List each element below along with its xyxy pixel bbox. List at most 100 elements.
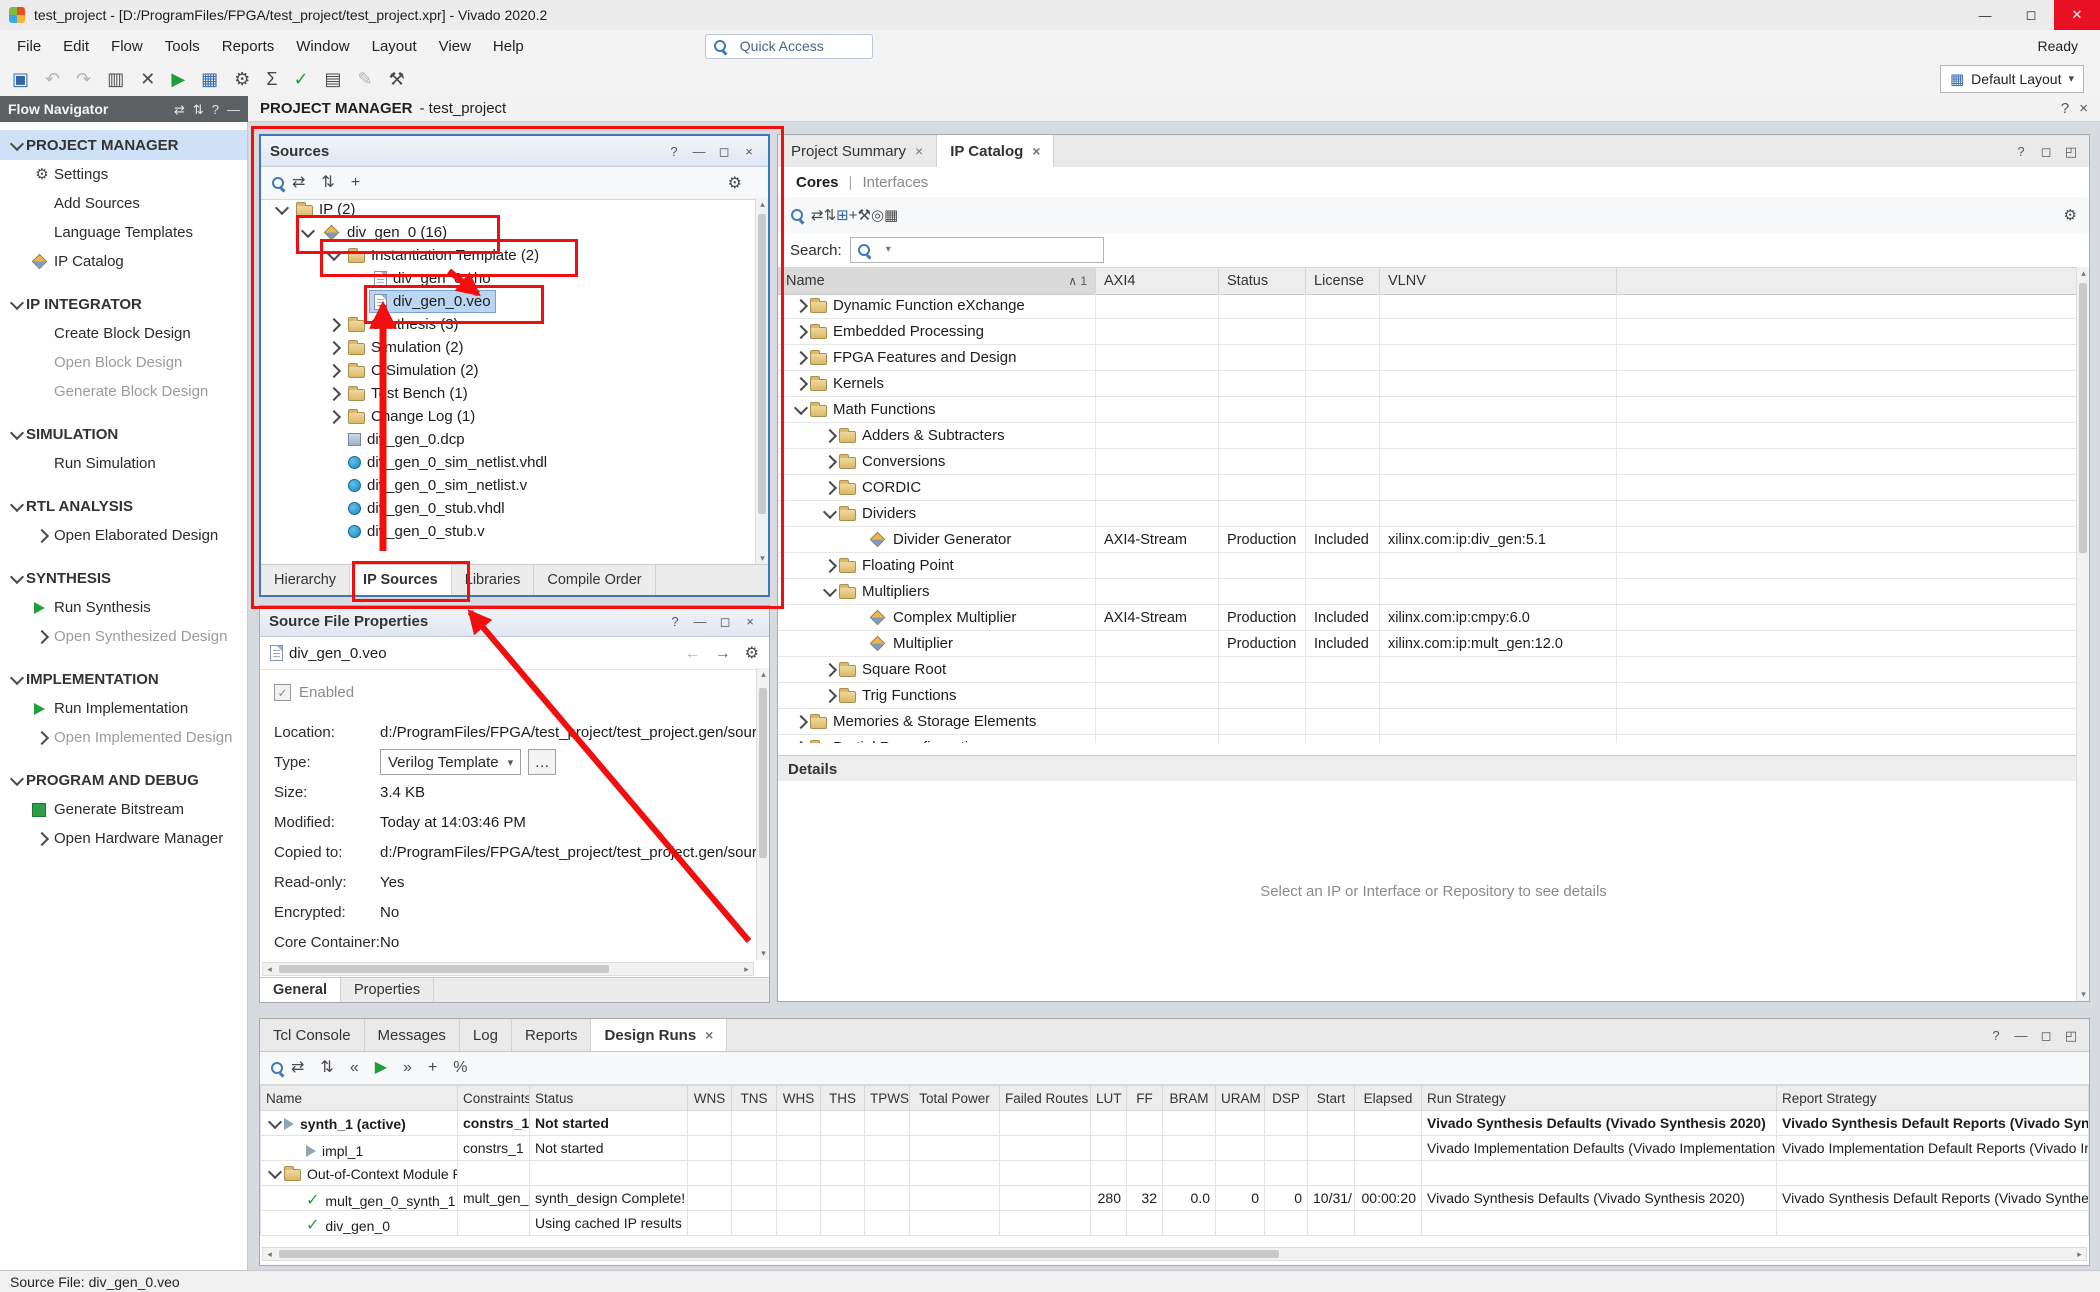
menu-layout[interactable]: Layout [361, 30, 428, 62]
back-arrow-icon[interactable]: ← [685, 646, 701, 662]
reports-sigma-icon[interactable]: Σ [266, 70, 277, 88]
scrollbar-thumb[interactable] [279, 965, 609, 973]
minimize-icon[interactable]: — [2011, 1029, 2031, 1042]
tree-collapse-icon[interactable] [299, 229, 317, 236]
ipcat-row-cordic[interactable]: CORDIC [778, 475, 2076, 501]
workspace-tab-project-summary[interactable]: Project Summary× [778, 135, 937, 167]
tree-item-div-gen-0-vho[interactable]: div_gen_0.vho [261, 267, 755, 290]
flownav-item-language-templates[interactable]: Language Templates [0, 218, 247, 247]
ip-catalog-vertical-scrollbar[interactable]: ▴ ▾ [2076, 267, 2089, 1001]
license-icon[interactable]: ◎ [871, 208, 884, 223]
scroll-right-icon[interactable]: ▸ [2073, 1248, 2086, 1261]
minimize-icon[interactable]: — [690, 615, 710, 628]
flownav-item-open-hardware-manager[interactable]: Open Hardware Manager [0, 824, 247, 853]
ipcat-row-kernels[interactable]: Kernels [778, 371, 2076, 397]
tree-expand-icon[interactable] [792, 743, 810, 744]
ipcat-row-conversions[interactable]: Conversions [778, 449, 2076, 475]
step-last-icon[interactable]: » [403, 1060, 412, 1076]
float-icon[interactable]: ◻ [2036, 1029, 2056, 1042]
help-icon[interactable]: ? [2061, 101, 2069, 116]
scrollbar-thumb[interactable] [279, 1250, 1279, 1258]
tree-collapse-icon[interactable] [8, 575, 26, 582]
taxonomy-icon[interactable]: ⊞ [836, 208, 849, 223]
flownav-section-program-and-debug[interactable]: PROGRAM AND DEBUG [0, 765, 247, 795]
flownav-item-ip-catalog[interactable]: IP Catalog [0, 247, 247, 276]
subtab-cores[interactable]: Cores [792, 174, 843, 191]
ipcat-row-multipliers[interactable]: Multipliers [778, 579, 2076, 605]
menu-window[interactable]: Window [285, 30, 360, 62]
tree-item-div-gen-0-sim-netlist-v[interactable]: div_gen_0_sim_netlist.v [261, 474, 755, 497]
tree-expand-icon[interactable] [325, 389, 343, 399]
tree-expand-icon[interactable] [325, 366, 343, 376]
tree-item-simulation[interactable]: Simulation (2) [261, 336, 755, 359]
sources-tab-hierarchy[interactable]: Hierarchy [261, 565, 350, 595]
runs-row-synth-1-active[interactable]: synth_1 (active)constrs_1Not startedViva… [261, 1111, 2089, 1136]
flownav-section-ip-integrator[interactable]: IP INTEGRATOR [0, 289, 247, 319]
runs-column-whs[interactable]: WHS [777, 1086, 821, 1111]
tree-collapse-icon[interactable] [8, 301, 26, 308]
save-icon[interactable]: ▣ [12, 70, 29, 88]
close-icon[interactable]: × [739, 145, 759, 158]
tree-expand-icon[interactable] [792, 353, 810, 363]
ipcat-row-adders-subtracters[interactable]: Adders & Subtracters [778, 423, 2076, 449]
collapse-all-icon[interactable]: ⇄ [811, 208, 824, 223]
runs-column-elapsed[interactable]: Elapsed [1355, 1086, 1422, 1111]
tree-expand-icon[interactable] [33, 531, 51, 541]
subtab-interfaces[interactable]: Interfaces [858, 174, 932, 191]
column-header-axi4[interactable]: AXI4 [1096, 268, 1219, 294]
tools-icon[interactable]: ⚒ [389, 70, 405, 88]
menu-help[interactable]: Help [482, 30, 535, 62]
tree-expand-icon[interactable] [792, 327, 810, 337]
runs-column-wns[interactable]: WNS [688, 1086, 732, 1111]
menu-file[interactable]: File [6, 30, 52, 62]
help-icon[interactable]: ? [664, 145, 684, 158]
ipcat-row-complex-multiplier[interactable]: Complex MultiplierAXI4-StreamProductionI… [778, 605, 2076, 631]
menu-flow[interactable]: Flow [100, 30, 154, 62]
flownav-item-generate-block-design[interactable]: Generate Block Design [0, 377, 247, 406]
tree-collapse-icon[interactable] [8, 142, 26, 149]
tree-expand-icon[interactable] [821, 665, 839, 675]
scrollbar-thumb[interactable] [2079, 283, 2087, 553]
tree-item-ip[interactable]: IP (2) [261, 198, 755, 221]
scroll-down-icon[interactable]: ▾ [2077, 988, 2090, 1001]
tree-collapse-icon[interactable] [273, 206, 291, 213]
forward-arrow-icon[interactable]: → [715, 646, 731, 662]
runs-row-div-gen-0[interactable]: ✓div_gen_0Using cached IP results [261, 1211, 2089, 1236]
tree-item-test-bench[interactable]: Test Bench (1) [261, 382, 755, 405]
tree-collapse-icon[interactable] [8, 676, 26, 683]
expand-all-icon[interactable]: ⇅ [193, 103, 204, 116]
undo-icon[interactable]: ↶ [45, 70, 60, 88]
sources-tab-ip-sources[interactable]: IP Sources [350, 565, 452, 595]
close-icon[interactable]: × [705, 1027, 713, 1043]
tree-expand-icon[interactable] [33, 834, 51, 844]
settings-gear-icon[interactable]: ⚙ [745, 646, 759, 662]
runs-column-start[interactable]: Start [1308, 1086, 1355, 1111]
settings-gear-icon[interactable]: ⚙ [234, 70, 250, 88]
ipcat-row-divider-generator[interactable]: Divider GeneratorAXI4-StreamProductionIn… [778, 527, 2076, 553]
float-icon[interactable]: ◻ [2036, 145, 2056, 158]
flownav-item-open-synthesized-design[interactable]: Open Synthesized Design [0, 622, 247, 651]
delete-icon[interactable]: ✕ [140, 70, 155, 88]
flownav-section-simulation[interactable]: SIMULATION [0, 419, 247, 449]
flownav-section-synthesis[interactable]: SYNTHESIS [0, 563, 247, 593]
runs-column-ff[interactable]: FF [1127, 1086, 1163, 1111]
collapse-all-icon[interactable]: ⇄ [292, 175, 305, 191]
column-header-license[interactable]: License [1306, 268, 1380, 294]
window-maximize-button[interactable]: ◻ [2008, 0, 2054, 30]
close-icon[interactable]: × [1032, 143, 1040, 159]
maximize-icon[interactable]: ◰ [2061, 145, 2081, 158]
add-run-icon[interactable]: + [428, 1060, 437, 1076]
settings-gear-icon[interactable]: ⚙ [2064, 208, 2077, 223]
tree-collapse-icon[interactable] [8, 431, 26, 438]
tree-expand-icon[interactable] [821, 431, 839, 441]
tree-collapse-icon[interactable] [8, 503, 26, 510]
runs-column-tpws[interactable]: TPWS [865, 1086, 910, 1111]
ipcat-row-memories-storage-elements[interactable]: Memories & Storage Elements [778, 709, 2076, 735]
search-icon[interactable] [790, 208, 805, 223]
tree-collapse-icon[interactable] [792, 406, 810, 413]
tree-expand-icon[interactable] [821, 457, 839, 467]
scroll-right-icon[interactable]: ▸ [740, 963, 753, 976]
add-ip-icon[interactable]: + [849, 208, 858, 223]
runs-column-ths[interactable]: THS [821, 1086, 865, 1111]
scroll-up-icon[interactable]: ▴ [757, 668, 770, 681]
